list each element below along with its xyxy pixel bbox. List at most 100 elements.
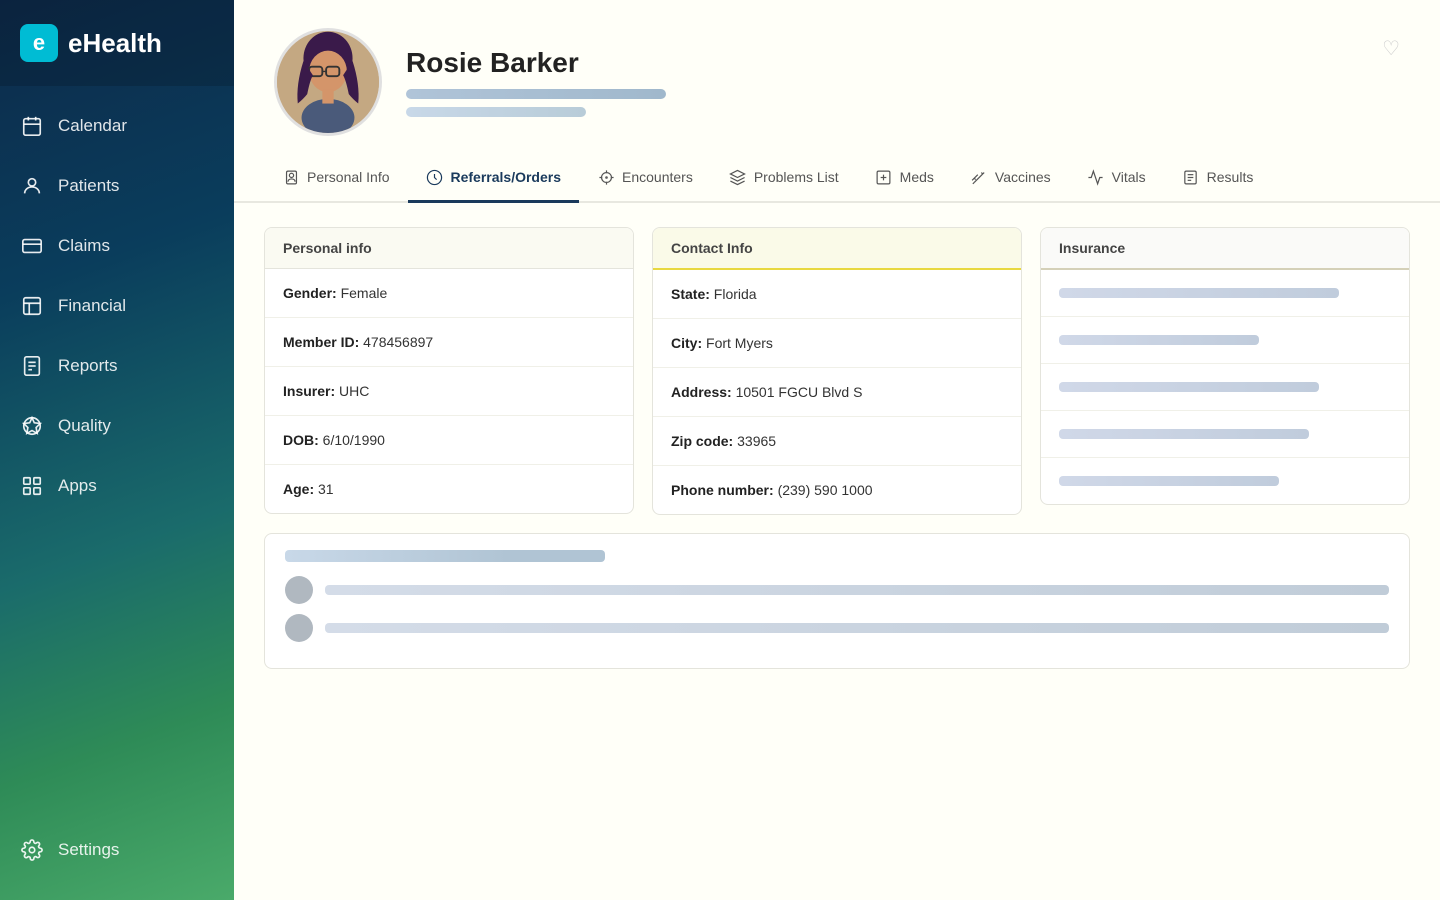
phone-value: (239) 590 1000 bbox=[778, 482, 873, 498]
zip-row: Zip code: 33965 bbox=[653, 417, 1021, 466]
tab-meds[interactable]: Meds bbox=[857, 156, 952, 203]
settings-icon bbox=[20, 838, 44, 862]
list-avatar-2 bbox=[285, 614, 313, 642]
sidebar-item-calendar[interactable]: Calendar bbox=[0, 96, 234, 156]
address-label: Address: bbox=[671, 384, 732, 400]
sidebar-label-quality: Quality bbox=[58, 416, 111, 436]
dob-label: DOB: bbox=[283, 432, 319, 448]
apps-icon bbox=[20, 474, 44, 498]
financial-icon bbox=[20, 294, 44, 318]
dob-row: DOB: 6/10/1990 bbox=[265, 416, 633, 465]
sidebar-item-claims[interactable]: Claims bbox=[0, 216, 234, 276]
sidebar-label-settings: Settings bbox=[58, 840, 119, 860]
meds-icon bbox=[875, 168, 893, 186]
age-value: 31 bbox=[318, 481, 334, 497]
tab-label-results: Results bbox=[1207, 169, 1254, 185]
insurer-row: Insurer: UHC bbox=[265, 367, 633, 416]
patient-avatar bbox=[274, 28, 382, 136]
phone-label: Phone number: bbox=[671, 482, 774, 498]
gender-label: Gender: bbox=[283, 285, 337, 301]
list-bar-2 bbox=[325, 623, 1389, 633]
quality-icon bbox=[20, 414, 44, 438]
logo: e eHealth bbox=[0, 0, 234, 86]
sidebar-item-patients[interactable]: Patients bbox=[0, 156, 234, 216]
calendar-icon bbox=[20, 114, 44, 138]
sidebar-item-reports[interactable]: Reports bbox=[0, 336, 234, 396]
sidebar-label-financial: Financial bbox=[58, 296, 126, 316]
bottom-list-item-1 bbox=[285, 576, 1389, 604]
insurance-row-5 bbox=[1041, 458, 1409, 504]
tab-label-personal-info: Personal Info bbox=[307, 169, 390, 185]
sidebar-label-calendar: Calendar bbox=[58, 116, 127, 136]
favorite-button[interactable]: ♡ bbox=[1382, 36, 1400, 61]
insurance-card: Insurance bbox=[1040, 227, 1410, 505]
member-id-row: Member ID: 478456897 bbox=[265, 318, 633, 367]
gender-row: Gender: Female bbox=[265, 269, 633, 318]
cards-row: Personal info Gender: Female Member ID: … bbox=[264, 227, 1410, 515]
list-bar-1 bbox=[325, 585, 1389, 595]
city-row: City: Fort Myers bbox=[653, 319, 1021, 368]
sidebar: e eHealth Calendar Patients Claims bbox=[0, 0, 234, 900]
tab-vaccines[interactable]: Vaccines bbox=[952, 156, 1069, 203]
patient-name: Rosie Barker bbox=[406, 47, 1358, 79]
member-id-value: 478456897 bbox=[363, 334, 433, 350]
claims-icon bbox=[20, 234, 44, 258]
tab-label-vaccines: Vaccines bbox=[995, 169, 1051, 185]
tab-encounters[interactable]: Encounters bbox=[579, 156, 711, 203]
state-label: State: bbox=[671, 286, 710, 302]
encounters-icon bbox=[597, 168, 615, 186]
tab-referrals-orders[interactable]: Referrals/Orders bbox=[408, 156, 580, 203]
tab-label-problems: Problems List bbox=[754, 169, 839, 185]
sidebar-label-apps: Apps bbox=[58, 476, 97, 496]
sidebar-item-financial[interactable]: Financial bbox=[0, 276, 234, 336]
bottom-section bbox=[264, 533, 1410, 669]
sidebar-item-apps[interactable]: Apps bbox=[0, 456, 234, 516]
tab-label-meds: Meds bbox=[900, 169, 934, 185]
member-id-label: Member ID: bbox=[283, 334, 359, 350]
insurance-redacted-4 bbox=[1059, 429, 1309, 439]
sidebar-item-quality[interactable]: Quality bbox=[0, 396, 234, 456]
insurer-label: Insurer: bbox=[283, 383, 335, 399]
patient-meta-bar2 bbox=[406, 107, 586, 117]
problems-icon bbox=[729, 168, 747, 186]
sidebar-label-claims: Claims bbox=[58, 236, 110, 256]
insurance-redacted-3 bbox=[1059, 382, 1319, 392]
insurance-redacted-1 bbox=[1059, 288, 1339, 298]
content-area: Personal info Gender: Female Member ID: … bbox=[234, 203, 1440, 900]
insurance-row-3 bbox=[1041, 364, 1409, 411]
patients-icon bbox=[20, 174, 44, 198]
patient-header: Rosie Barker ♡ bbox=[234, 0, 1440, 156]
insurance-card-header: Insurance bbox=[1041, 228, 1409, 270]
patient-meta-bar1 bbox=[406, 89, 666, 99]
insurance-redacted-5 bbox=[1059, 476, 1279, 486]
personal-info-card-header: Personal info bbox=[265, 228, 633, 269]
tab-label-encounters: Encounters bbox=[622, 169, 693, 185]
tab-results[interactable]: Results bbox=[1164, 156, 1272, 203]
patient-info: Rosie Barker bbox=[406, 47, 1358, 117]
personal-info-card: Personal info Gender: Female Member ID: … bbox=[264, 227, 634, 514]
city-value: Fort Myers bbox=[706, 335, 773, 351]
sidebar-nav: Calendar Patients Claims Financial bbox=[0, 96, 234, 820]
personal-info-icon bbox=[282, 168, 300, 186]
insurance-row-4 bbox=[1041, 411, 1409, 458]
sidebar-label-reports: Reports bbox=[58, 356, 118, 376]
sidebar-label-patients: Patients bbox=[58, 176, 119, 196]
tab-label-vitals: Vitals bbox=[1112, 169, 1146, 185]
logo-icon: e bbox=[20, 24, 58, 62]
tab-problems-list[interactable]: Problems List bbox=[711, 156, 857, 203]
bottom-list-item-2 bbox=[285, 614, 1389, 642]
referrals-icon bbox=[426, 168, 444, 186]
main-content: Rosie Barker ♡ Personal Info Referrals/O… bbox=[234, 0, 1440, 900]
insurer-value: UHC bbox=[339, 383, 369, 399]
insurance-row-1 bbox=[1041, 270, 1409, 317]
state-row: State: Florida bbox=[653, 270, 1021, 319]
sidebar-item-settings[interactable]: Settings bbox=[0, 820, 139, 880]
patient-tabs: Personal Info Referrals/Orders Encounter… bbox=[234, 156, 1440, 203]
zip-value: 33965 bbox=[737, 433, 776, 449]
results-icon bbox=[1182, 168, 1200, 186]
insurance-row-2 bbox=[1041, 317, 1409, 364]
tab-personal-info[interactable]: Personal Info bbox=[264, 156, 408, 203]
city-label: City: bbox=[671, 335, 702, 351]
age-label: Age: bbox=[283, 481, 314, 497]
tab-vitals[interactable]: Vitals bbox=[1069, 156, 1164, 203]
